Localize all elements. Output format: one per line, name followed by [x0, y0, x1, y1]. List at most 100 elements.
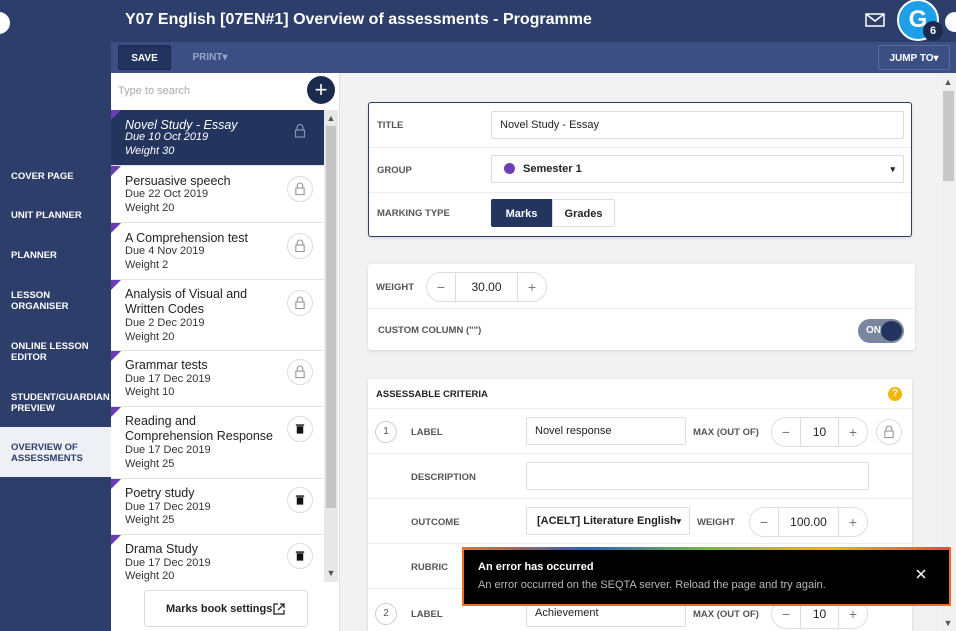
minus-icon[interactable]: −	[427, 273, 455, 301]
lock-icon[interactable]	[287, 233, 313, 259]
jump-label: JUMP TO	[889, 53, 934, 64]
description-input[interactable]	[526, 462, 869, 490]
save-button[interactable]: SAVE	[118, 45, 171, 70]
minus-icon[interactable]: −	[750, 508, 778, 536]
list-scrollbar[interactable]: ▲ ▼	[324, 110, 338, 582]
criterion-number: 1	[375, 421, 397, 443]
marking-type-label: MARKING TYPE	[377, 208, 450, 219]
search-input[interactable]	[118, 83, 298, 99]
nav-cover-page[interactable]: COVER PAGE	[0, 171, 111, 182]
rubric-label: RUBRIC	[411, 562, 448, 573]
nav-planner[interactable]: PLANNER	[0, 250, 111, 261]
item-due: Due 17 Dec 2019	[125, 501, 211, 513]
scroll-down-icon[interactable]: ▼	[326, 568, 336, 578]
scroll-down-icon[interactable]: ▼	[943, 618, 953, 628]
weight-value[interactable]: 30.00	[455, 273, 518, 301]
item-due: Due 4 Nov 2019	[125, 245, 205, 257]
caret-down-icon: ▾	[890, 164, 895, 174]
marks-book-settings-label: Marks book settings	[166, 603, 273, 615]
lock-icon[interactable]	[287, 118, 313, 144]
item-weight: Weight 20	[125, 331, 175, 343]
help-icon[interactable]: ?	[888, 387, 902, 401]
item-title: A Comprehension test	[125, 231, 248, 245]
list-scroll-thumb[interactable]	[326, 126, 336, 508]
custom-column-toggle[interactable]: ON	[858, 319, 904, 343]
marks-option[interactable]: Marks	[491, 199, 552, 227]
criterion-label-input[interactable]: Novel response	[526, 417, 686, 445]
list-item[interactable]: Reading and Comprehension Response Due 1…	[111, 407, 324, 479]
nav-student-guardian-preview[interactable]: STUDENT/GUARDIAN PREVIEW	[0, 392, 111, 414]
list-item[interactable]: Poetry study Due 17 Dec 2019 Weight 25	[111, 479, 324, 535]
list-item[interactable]: Persuasive speech Due 22 Oct 2019 Weight…	[111, 166, 324, 223]
left-nav: COVER PAGE UNIT PLANNER PLANNER LESSON O…	[0, 0, 111, 631]
title-label: TITLE	[377, 120, 404, 131]
max-value[interactable]: 10	[800, 418, 839, 446]
lock-icon[interactable]	[287, 290, 313, 316]
item-weight: Weight 25	[125, 514, 175, 526]
list-item[interactable]: A Comprehension test Due 4 Nov 2019 Weig…	[111, 223, 324, 280]
plus-icon[interactable]: +	[839, 418, 867, 446]
weight-stepper[interactable]: − 30.00 +	[426, 272, 547, 302]
lock-icon[interactable]	[287, 359, 313, 385]
trash-icon[interactable]	[287, 487, 313, 513]
weight-card: WEIGHT − 30.00 + CUSTOM COLUMN ("") ON	[368, 264, 915, 350]
item-title: Analysis of Visual and Written Codes	[125, 287, 248, 316]
item-weight: Weight 20	[125, 202, 175, 214]
criterion-label-label: LABEL	[411, 427, 443, 438]
plus-icon[interactable]: +	[839, 508, 867, 536]
back-button[interactable]	[0, 12, 10, 34]
print-label: PRINT	[192, 52, 223, 63]
trash-icon[interactable]	[287, 543, 313, 569]
add-assessment-button[interactable]: +	[307, 76, 335, 104]
group-label: GROUP	[377, 165, 412, 176]
group-row: GROUP Semester 1 ▾	[369, 148, 911, 193]
item-title: Drama Study	[125, 542, 198, 556]
toast-message: An error occurred on the SEQTA server. R…	[478, 579, 826, 591]
minus-icon[interactable]: −	[772, 418, 800, 446]
toggle-state: ON	[866, 325, 881, 336]
title-input[interactable]: Novel Study - Essay	[491, 111, 904, 139]
caret-down-icon: ▾	[933, 53, 939, 64]
item-weight: Weight 20	[125, 570, 175, 582]
group-select[interactable]: Semester 1 ▾	[491, 155, 904, 183]
grades-option[interactable]: Grades	[552, 199, 615, 227]
nav-overview-of-assessments[interactable]: OVERVIEW OF ASSESSMENTS	[0, 427, 111, 477]
nav-online-lesson-editor[interactable]: ONLINE LESSON EDITOR	[0, 341, 100, 363]
item-due: Due 10 Oct 2019	[125, 131, 209, 143]
max-stepper[interactable]: − 10 +	[771, 417, 868, 447]
lock-icon[interactable]	[876, 419, 902, 445]
mail-icon[interactable]	[865, 12, 885, 28]
item-weight: Weight 25	[125, 458, 175, 470]
scroll-up-icon[interactable]: ▲	[326, 113, 336, 123]
toggle-knob	[881, 321, 902, 341]
jump-to-button[interactable]: JUMP TO▾	[878, 45, 950, 70]
trash-icon[interactable]	[287, 416, 313, 442]
max-label: MAX (OUT OF)	[693, 609, 759, 620]
lock-icon[interactable]	[287, 176, 313, 202]
item-title: Grammar tests	[125, 358, 208, 372]
main-scroll-thumb[interactable]	[943, 91, 954, 181]
criterion-weight-value[interactable]: 100.00	[778, 508, 839, 536]
list-item[interactable]: Analysis of Visual and Written Codes Due…	[111, 280, 324, 351]
custom-column-label: CUSTOM COLUMN ("")	[378, 325, 482, 336]
menu-button[interactable]	[945, 12, 956, 32]
description-label: DESCRIPTION	[411, 472, 476, 483]
toolbar: SAVE PRINT▾ JUMP TO▾	[111, 42, 956, 73]
criterion-weight-stepper[interactable]: − 100.00 +	[749, 507, 868, 537]
assessment-details-card: TITLE Novel Study - Essay GROUP Semester…	[368, 102, 912, 237]
close-icon[interactable]	[914, 567, 928, 581]
item-due: Due 2 Dec 2019	[125, 317, 205, 329]
list-item[interactable]: Grammar tests Due 17 Dec 2019 Weight 10	[111, 351, 324, 407]
list-item[interactable]: Drama Study Due 17 Dec 2019 Weight 20	[111, 535, 324, 582]
plus-icon[interactable]: +	[518, 273, 546, 301]
assessment-list-panel: + Novel Study - Essay Due 10 Oct 2019 We…	[111, 73, 340, 631]
list-item[interactable]: Novel Study - Essay Due 10 Oct 2019 Weig…	[111, 110, 324, 166]
print-button[interactable]: PRINT▾	[182, 45, 238, 70]
nav-unit-planner[interactable]: UNIT PLANNER	[0, 210, 111, 221]
nav-lesson-organiser[interactable]: LESSON ORGANISER	[0, 290, 90, 312]
outcome-select[interactable]: [ACELT] Literature English ▾	[526, 507, 690, 535]
weight-row: WEIGHT − 30.00 +	[368, 264, 915, 309]
scroll-up-icon[interactable]: ▲	[943, 77, 953, 87]
page-title: Y07 English [07EN#1] Overview of assessm…	[125, 11, 592, 28]
marks-book-settings-button[interactable]: Marks book settings	[144, 590, 308, 627]
